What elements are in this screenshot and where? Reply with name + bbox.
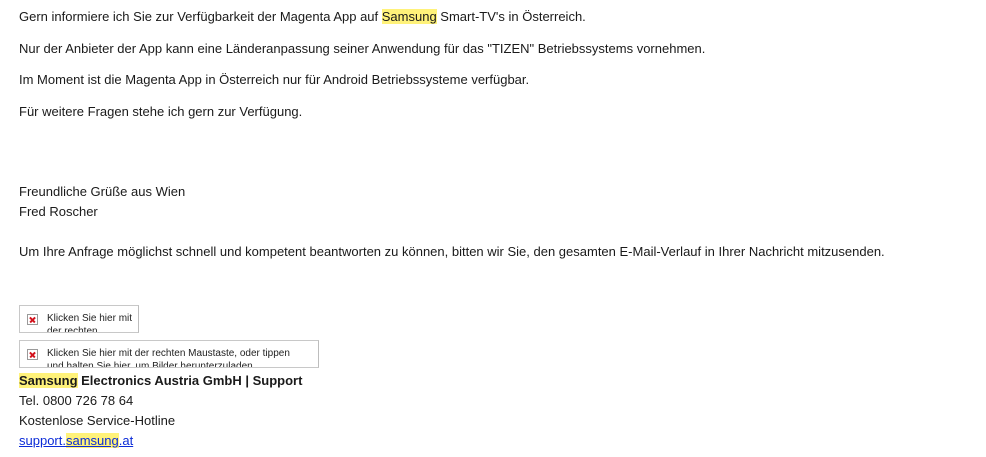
image-alt-text: Klicken Sie hier mit der rechten Maustas…	[47, 313, 133, 333]
paragraph-availability: Gern informiere ich Sie zur Verfügbarkei…	[19, 9, 586, 25]
signature-link-line: support.samsung.at	[19, 433, 133, 449]
image-alt-text: Klicken Sie hier mit der rechten Maustas…	[47, 348, 290, 368]
signature-company: Samsung Electronics Austria GmbH | Suppo…	[19, 373, 302, 389]
search-highlight-samsung: Samsung	[19, 373, 78, 388]
search-highlight-samsung: Samsung	[381, 9, 437, 24]
search-highlight-samsung: samsung	[65, 433, 119, 448]
paragraph-email-history-notice: Um Ihre Anfrage möglichst schnell und ko…	[19, 244, 885, 259]
support-link-prefix: support.	[19, 433, 66, 448]
signature-phone: Tel. 0800 726 78 64	[19, 393, 134, 408]
support-website-link[interactable]: support.samsung.at	[19, 433, 133, 448]
support-link-suffix: .at	[118, 433, 134, 448]
sender-name: Fred Roscher	[19, 204, 98, 219]
closing-greeting: Freundliche Grüße aus Wien	[19, 184, 186, 199]
paragraph-android-only: Im Moment ist die Magenta App in Österre…	[19, 72, 530, 87]
paragraph-vendor-adaptation: Nur der Anbieter der App kann eine Lände…	[19, 41, 706, 56]
broken-image-icon	[27, 314, 38, 325]
blocked-image-placeholder-2[interactable]: Klicken Sie hier mit der rechten Maustas…	[19, 340, 319, 368]
paragraph-further-questions: Für weitere Fragen stehe ich gern zur Ve…	[19, 104, 303, 119]
signature-company-rest: Electronics Austria GmbH | Support	[77, 373, 303, 388]
paragraph-availability-text-start: Gern informiere ich Sie zur Verfügbarkei…	[19, 9, 382, 24]
paragraph-availability-text-end: Smart-TV's in Österreich.	[436, 9, 586, 24]
broken-image-icon	[27, 349, 38, 360]
signature-hotline: Kostenlose Service-Hotline	[19, 413, 176, 428]
blocked-image-placeholder-1[interactable]: Klicken Sie hier mit der rechten Maustas…	[19, 305, 139, 333]
